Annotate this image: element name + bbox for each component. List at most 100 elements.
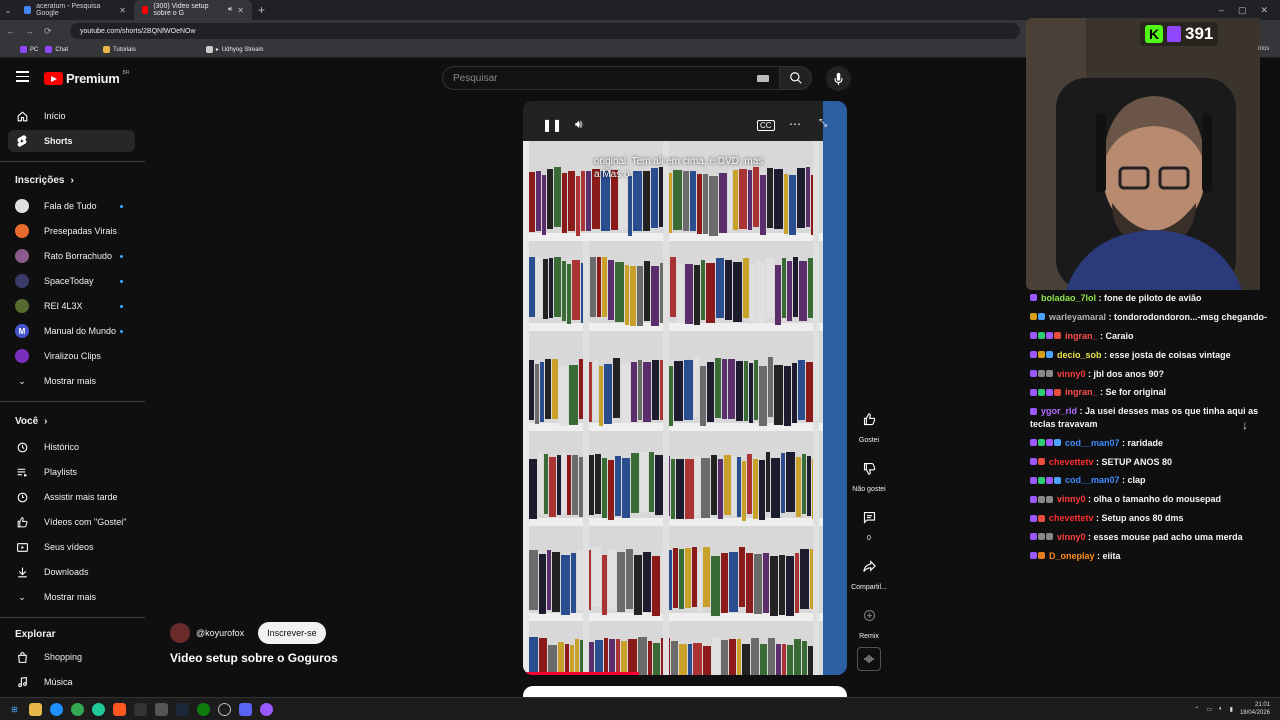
calendar-icon[interactable] <box>155 702 168 716</box>
tab-title: aceratum - Pesquisa Google <box>36 3 101 17</box>
clock[interactable]: 21:01 18/04/2026 <box>1240 701 1270 717</box>
edge-icon[interactable] <box>50 702 63 716</box>
more-options-icon[interactable]: ⋯ <box>789 117 801 131</box>
sidebar-item-subscription[interactable]: SpaceToday <box>8 270 135 292</box>
tray-chevron-up-icon[interactable]: ⌃ <box>1194 706 1199 713</box>
chat-username: vinny0 <box>1057 368 1086 379</box>
remix-button[interactable]: Remix <box>848 602 890 640</box>
video-progress-bar[interactable] <box>523 672 639 675</box>
sidebar-item-inicio[interactable]: Início <box>8 105 135 127</box>
sidebar-item-playlists[interactable]: Playlists <box>8 461 135 483</box>
app-icon[interactable] <box>260 702 273 716</box>
close-window-icon[interactable]: ✕ <box>1260 5 1268 16</box>
subscriptions-heading[interactable]: Inscrições › <box>15 175 74 186</box>
xbox-icon[interactable] <box>197 702 210 716</box>
subscribe-button[interactable]: Inscrever-se <box>258 622 326 644</box>
channel-handle[interactable]: @koyurofox <box>196 628 244 638</box>
sidebar-item-music[interactable]: Música <box>8 671 135 693</box>
chat-separator: : <box>1077 406 1086 417</box>
url-field[interactable]: youtube.com/shorts/2BQNfWOeNOw <box>70 23 1020 39</box>
sidebar-item-subscription[interactable]: Rato Borrachudo <box>8 245 135 267</box>
twitch-logo-icon <box>1167 26 1181 42</box>
sidebar-item-your-videos[interactable]: Seus vídeos <box>8 536 135 558</box>
keyboard-icon[interactable] <box>757 75 769 82</box>
sidebar-item-subscription[interactable]: Presepadas Virais <box>8 220 135 242</box>
volume-icon[interactable]: 🔊︎ <box>575 117 583 132</box>
reload-icon[interactable]: ⟳ <box>44 26 52 37</box>
sidebar-item-liked-videos[interactable]: Vídeos com "Gostei" <box>8 511 135 533</box>
sidebar-item-shopping[interactable]: Shopping <box>8 646 135 668</box>
you-heading[interactable]: Você › <box>15 416 48 427</box>
chat-separator: : <box>1119 437 1128 448</box>
sidebar-item-shorts[interactable]: Shorts <box>8 130 135 152</box>
channel-avatar[interactable] <box>170 623 190 643</box>
minimize-icon[interactable]: – <box>1219 5 1224 16</box>
chat-badge-icon <box>1030 407 1037 415</box>
search-input[interactable]: Pesquisar <box>442 66 780 90</box>
chat-username: chevettetv <box>1049 456 1094 467</box>
show-more-you[interactable]: ⌄ Mostrar mais <box>8 586 135 608</box>
sidebar-item-label: Histórico <box>44 442 80 452</box>
pause-icon[interactable]: ❚❚ <box>542 118 562 132</box>
chat-badge-icon <box>1030 495 1037 503</box>
sidebar-item-subscription[interactable]: REI 4L3X <box>8 295 135 317</box>
youtube-logo[interactable]: Premium BR <box>44 70 129 86</box>
share-button[interactable]: Compartil... <box>848 553 890 591</box>
fullscreen-icon[interactable]: ⤡ <box>819 118 827 129</box>
app-icon[interactable] <box>92 702 105 716</box>
back-icon[interactable]: ← <box>6 26 15 36</box>
show-more-subscriptions[interactable]: ⌄ Mostrar mais <box>8 370 135 392</box>
browser-tab-active[interactable]: (300) Video setup sobre o G 🔊︎ ✕ <box>134 0 252 20</box>
brave-icon[interactable] <box>113 702 126 716</box>
network-icon[interactable]: ▭ <box>1206 706 1212 713</box>
close-tab-icon[interactable]: ✕ <box>119 6 126 15</box>
scroll-down-arrow-icon[interactable]: ↓ <box>1242 418 1248 432</box>
sidebar-item-label: Downloads <box>44 567 89 577</box>
sidebar-item-label: Mostrar mais <box>44 376 97 386</box>
sidebar-item-downloads[interactable]: Downloads <box>8 561 135 583</box>
dislike-button[interactable]: Não gostei <box>848 455 890 493</box>
maximize-icon[interactable]: ▢ <box>1238 5 1247 16</box>
obs-icon[interactable] <box>218 702 231 716</box>
close-tab-icon[interactable]: ✕ <box>237 6 244 15</box>
captions-button[interactable]: CC <box>757 120 775 131</box>
battery-icon[interactable]: ▮ <box>1230 706 1233 713</box>
chrome-icon[interactable] <box>71 702 84 716</box>
chat-badge-icon <box>1030 439 1037 446</box>
sidebar-item-subscription[interactable]: Viralizou Clips <box>8 345 135 367</box>
shopping-icon <box>15 650 29 664</box>
bookmark-tutoriais[interactable]: Tutoriais <box>103 46 136 53</box>
window-controls: – ▢ ✕ <box>1219 5 1280 16</box>
chat-badges <box>1030 513 1046 526</box>
browser-tab[interactable]: aceratum - Pesquisa Google ✕ <box>16 0 134 20</box>
sidebar-item-watch-later[interactable]: Assistir mais tarde <box>8 486 135 508</box>
speaker-tray-icon[interactable]: 🔈︎ <box>1219 706 1223 713</box>
menu-icon[interactable] <box>16 71 29 85</box>
search-button[interactable] <box>780 66 812 90</box>
shorts-video-player[interactable]: ❚❚ 🔊︎ CC ⋯ ⤡ <box>523 101 847 675</box>
app-icon[interactable] <box>134 702 147 716</box>
new-content-dot <box>120 204 123 208</box>
new-tab-button[interactable]: + <box>258 3 265 17</box>
windows-start-icon[interactable]: ⊞ <box>8 703 21 716</box>
chat-badges <box>1030 550 1046 563</box>
forward-icon[interactable]: → <box>25 26 34 36</box>
steam-icon[interactable] <box>176 702 189 716</box>
speaker-icon[interactable]: 🔊︎ <box>228 6 232 14</box>
like-button[interactable]: Gostei <box>848 406 890 444</box>
sidebar-item-subscription[interactable]: M Manual do Mundo <box>8 320 135 342</box>
bookmark-pc[interactable]: PC <box>20 46 38 53</box>
comments-button[interactable]: 0 <box>848 504 890 542</box>
original-sound-button[interactable] <box>857 647 881 671</box>
discord-icon[interactable] <box>239 702 252 716</box>
voice-search-button[interactable] <box>826 66 851 91</box>
chat-username: cod__man07 <box>1065 475 1120 486</box>
bookmark-chat[interactable]: Chat <box>45 46 68 53</box>
bookmark-udhyog-stream[interactable]: ▸ Udhyog Stream <box>205 46 264 53</box>
chat-badge-icon <box>1030 457 1037 465</box>
sidebar-item-subscription[interactable]: Fala de Tudo <box>8 195 135 217</box>
tab-search-icon[interactable]: ⌄ <box>0 6 16 15</box>
file-explorer-icon[interactable] <box>29 702 42 716</box>
chat-text: fone de piloto de avião <box>1104 293 1202 303</box>
sidebar-item-historico[interactable]: Histórico <box>8 436 135 458</box>
